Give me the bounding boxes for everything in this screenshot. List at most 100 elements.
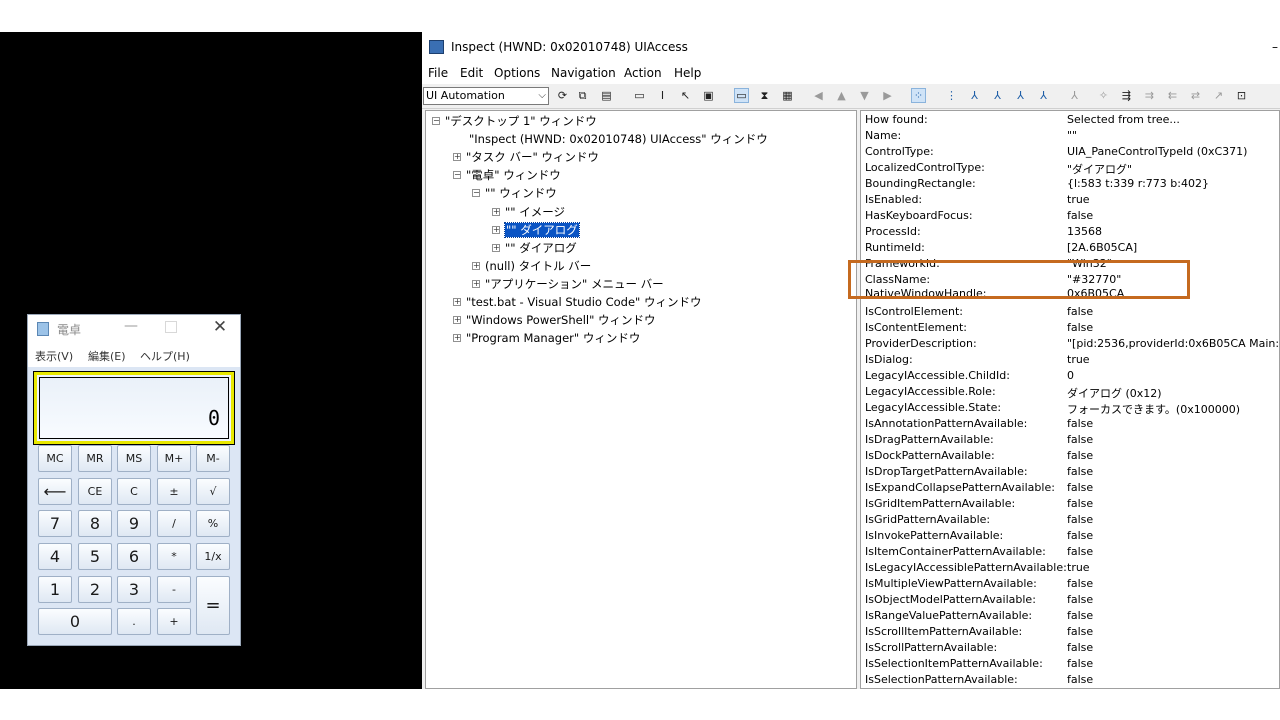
- property-row[interactable]: RuntimeId: [2A.6B05CA]: [865, 241, 1279, 257]
- property-row[interactable]: IsItemContainerPatternAvailable: false: [865, 545, 1279, 561]
- collapse-toggle-icon[interactable]: −: [453, 171, 461, 179]
- key-5[interactable]: 5: [78, 543, 112, 570]
- key-backspace[interactable]: ⟵: [38, 478, 72, 505]
- properties-icon[interactable]: ▤: [599, 88, 614, 103]
- element-tree[interactable]: − "デスクトップ 1" ウィンドウ "Inspect (HWND: 0x020…: [425, 110, 857, 689]
- expand-toggle-icon[interactable]: +: [472, 262, 480, 270]
- property-row[interactable]: IsGridPatternAvailable: false: [865, 513, 1279, 529]
- action-icon[interactable]: ⇶: [1119, 88, 1134, 103]
- property-row[interactable]: IsObjectModelPatternAvailable: false: [865, 593, 1279, 609]
- nav-right-icon[interactable]: ▶: [880, 88, 895, 103]
- menu-edit[interactable]: Edit: [460, 66, 483, 80]
- tree-node[interactable]: − "" ウィンドウ: [472, 185, 557, 201]
- property-row[interactable]: IsRangeValuePatternAvailable: false: [865, 609, 1279, 625]
- tree-view-icon[interactable]: ⁘: [911, 88, 926, 103]
- tree-node-selected[interactable]: + "" ダイアログ: [492, 222, 580, 238]
- expand-toggle-icon[interactable]: +: [472, 280, 480, 288]
- key-multiply[interactable]: *: [157, 543, 191, 570]
- key-8[interactable]: 8: [78, 510, 112, 537]
- property-row[interactable]: ControlType: UIA_PaneControlTypeId (0xC37…: [865, 145, 1279, 161]
- all-icon[interactable]: ⅄: [1036, 88, 1051, 103]
- tree-node-label[interactable]: "Windows PowerShell" ウィンドウ: [466, 313, 656, 327]
- hourglass-icon[interactable]: ⧗: [757, 88, 772, 103]
- expand-icon[interactable]: ⇉: [1142, 88, 1157, 103]
- tree-node-label[interactable]: "アプリケーション" メニュー バー: [485, 277, 664, 291]
- tree-node[interactable]: + "Program Manager" ウィンドウ: [453, 330, 640, 346]
- property-row[interactable]: HasKeyboardFocus: false: [865, 209, 1279, 225]
- property-row[interactable]: IsAnnotationPatternAvailable: false: [865, 417, 1279, 433]
- key-1[interactable]: 1: [38, 576, 72, 603]
- children-icon[interactable]: ⅄: [967, 88, 982, 103]
- filter-icon[interactable]: ⅄: [1067, 88, 1082, 103]
- menu-navigation[interactable]: Navigation: [551, 66, 616, 80]
- tree-node[interactable]: + "" イメージ: [492, 204, 565, 220]
- key-mr[interactable]: MR: [78, 445, 112, 472]
- tree-node[interactable]: + "Windows PowerShell" ウィンドウ: [453, 312, 656, 328]
- key-add[interactable]: +: [157, 608, 191, 635]
- key-c[interactable]: C: [117, 478, 151, 505]
- property-row[interactable]: IsSelectionItemPatternAvailable: false: [865, 657, 1279, 673]
- expand-toggle-icon[interactable]: +: [453, 153, 461, 161]
- refresh-icon[interactable]: ⟳: [555, 88, 570, 103]
- tree-node-label[interactable]: "デスクトップ 1" ウィンドウ: [445, 114, 597, 128]
- key-m-minus[interactable]: M-: [196, 445, 230, 472]
- property-row[interactable]: IsLegacyIAccessiblePatternAvailable: true: [865, 561, 1279, 577]
- pattern-icon[interactable]: ✧: [1096, 88, 1111, 103]
- property-row[interactable]: IsControlElement: false: [865, 305, 1279, 321]
- expand-toggle-icon[interactable]: +: [453, 298, 461, 306]
- key-sqrt[interactable]: √: [196, 478, 230, 505]
- nav-down-icon[interactable]: ▼: [857, 88, 872, 103]
- tree-node-label[interactable]: "" ダイアログ: [505, 241, 577, 255]
- descendants-icon[interactable]: ⅄: [990, 88, 1005, 103]
- tree-node-label[interactable]: "Program Manager" ウィンドウ: [466, 331, 640, 345]
- highlight-rectangle-icon[interactable]: ▭: [734, 88, 749, 103]
- invoke-icon[interactable]: ↗: [1211, 88, 1226, 103]
- property-row[interactable]: IsInvokePatternAvailable: false: [865, 529, 1279, 545]
- property-row[interactable]: LegacyIAccessible.State: フォーカスできます。(0x100…: [865, 401, 1279, 417]
- inspect-window[interactable]: Inspect (HWND: 0x02010748) UIAccess – Fi…: [422, 32, 1280, 689]
- property-row[interactable]: ProcessId: 13568: [865, 225, 1279, 241]
- key-m-plus[interactable]: M+: [157, 445, 191, 472]
- tree-node-label[interactable]: "タスク バー" ウィンドウ: [466, 150, 599, 164]
- tree-node-label[interactable]: "test.bat - Visual Studio Code" ウィンドウ: [466, 295, 702, 309]
- property-row[interactable]: ProviderDescription: "[pid:2536,providerI…: [865, 337, 1279, 353]
- property-row[interactable]: IsDockPatternAvailable: false: [865, 449, 1279, 465]
- nav-left-icon[interactable]: ◀: [811, 88, 826, 103]
- property-row[interactable]: IsMultipleViewPatternAvailable: false: [865, 577, 1279, 593]
- tree-node-label[interactable]: (null) タイトル バー: [485, 259, 591, 273]
- key-9[interactable]: 9: [117, 510, 151, 537]
- key-plus-minus[interactable]: ±: [157, 478, 191, 505]
- inspect-titlebar[interactable]: Inspect (HWND: 0x02010748) UIAccess –: [422, 32, 1280, 62]
- property-row[interactable]: IsEnabled: true: [865, 193, 1279, 209]
- menu-file[interactable]: File: [428, 66, 448, 80]
- collapse-toggle-icon[interactable]: −: [472, 189, 480, 197]
- key-6[interactable]: 6: [117, 543, 151, 570]
- property-row[interactable]: Name: "": [865, 129, 1279, 145]
- subtree-icon[interactable]: ⅄: [1013, 88, 1028, 103]
- key-equals[interactable]: =: [196, 576, 230, 635]
- tree-node-label[interactable]: "" ウィンドウ: [485, 186, 557, 200]
- key-ms[interactable]: MS: [117, 445, 151, 472]
- tree-node[interactable]: + "タスク バー" ウィンドウ: [453, 149, 599, 165]
- mode-dropdown[interactable]: UI Automation ⌵: [423, 87, 549, 105]
- collapse-toggle-icon[interactable]: −: [432, 117, 440, 125]
- tree-node[interactable]: "Inspect (HWND: 0x02010748) UIAccess" ウィ…: [469, 131, 768, 147]
- key-subtract[interactable]: -: [157, 576, 191, 603]
- expand-toggle-icon[interactable]: +: [492, 208, 500, 216]
- calculator-window[interactable]: 電卓 — ✕ 表示(V) 編集(E) ヘルプ(H) 0 MC MR MS M+ …: [27, 314, 241, 646]
- property-row[interactable]: IsScrollPatternAvailable: false: [865, 641, 1279, 657]
- property-row[interactable]: IsGridItemPatternAvailable: false: [865, 497, 1279, 513]
- tree-node-label[interactable]: "" ダイアログ: [504, 222, 580, 238]
- property-row[interactable]: LegacyIAccessible.ChildId: 0: [865, 369, 1279, 385]
- key-decimal[interactable]: .: [117, 608, 151, 635]
- property-row[interactable]: IsExpandCollapsePatternAvailable: false: [865, 481, 1279, 497]
- key-mc[interactable]: MC: [38, 445, 72, 472]
- tree-node-label[interactable]: "Inspect (HWND: 0x02010748) UIAccess" ウィ…: [469, 132, 768, 146]
- property-row[interactable]: LegacyIAccessible.Role: ダイアログ (0x12): [865, 385, 1279, 401]
- tree-node-label[interactable]: "電卓" ウィンドウ: [466, 168, 561, 182]
- key-divide[interactable]: /: [157, 510, 191, 537]
- show-info-icon[interactable]: ▦: [780, 88, 795, 103]
- key-4[interactable]: 4: [38, 543, 72, 570]
- key-7[interactable]: 7: [38, 510, 72, 537]
- key-percent[interactable]: %: [196, 510, 230, 537]
